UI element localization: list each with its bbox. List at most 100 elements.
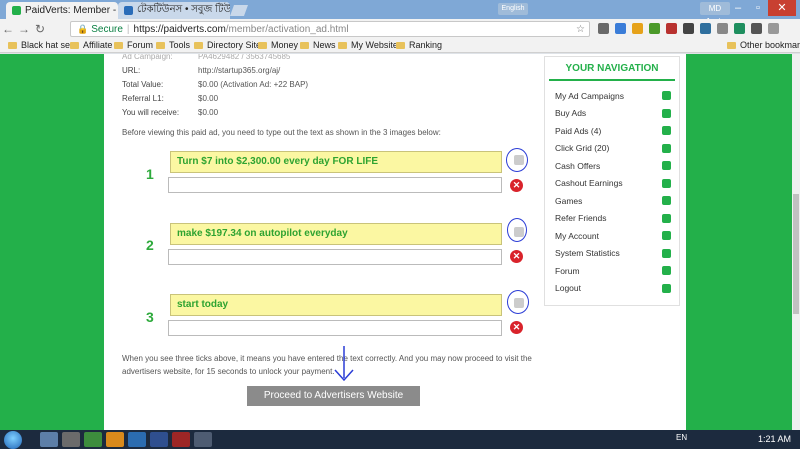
sidebar-item-my-account[interactable]: My Account — [545, 227, 679, 245]
app-icon[interactable] — [128, 432, 146, 447]
sidebar-item-buy-ads[interactable]: Buy Ads — [545, 105, 679, 123]
url-host: https://paidverts.com — [133, 23, 226, 35]
extension-icon[interactable] — [751, 23, 762, 34]
extension-icon[interactable] — [666, 23, 677, 34]
app-icon[interactable] — [194, 432, 212, 447]
scrollbar-thumb[interactable] — [793, 194, 799, 314]
menu-icon[interactable] — [768, 23, 779, 34]
share-icon — [662, 91, 671, 101]
tab-paidverts[interactable]: PaidVerts: Member - Pai × — [6, 2, 118, 19]
sidebar-item-click-grid[interactable]: Click Grid (20) — [545, 140, 679, 158]
profile-chip[interactable]: MD Jonis — [700, 2, 730, 26]
sidebar-item-paid-ads[interactable]: Paid Ads (4) — [545, 122, 679, 140]
hand-drawn-circle — [507, 290, 529, 314]
tab-techtunes[interactable]: টেকটিউনস • সবুজ টিউন টি × — [118, 2, 230, 19]
forward-icon[interactable]: → — [16, 22, 32, 36]
bookmark-money[interactable]: Money — [258, 40, 298, 50]
bookmark-affiliate[interactable]: Affiliate — [70, 40, 112, 50]
app-icon[interactable] — [172, 432, 190, 447]
info-row: Total Value: $0.00 (Activation Ad: +22 BA… — [122, 80, 309, 89]
reload-icon[interactable]: ↻ — [32, 22, 48, 36]
captcha-image: make $197.34 on autopilot everyday — [170, 223, 502, 245]
captcha-answer-input[interactable] — [168, 320, 502, 336]
main-content: Ad Campaign: PA4629482 / 3563745685 URL: h… — [104, 54, 686, 430]
instructions-text: Before viewing this paid ad, you need to… — [122, 128, 441, 137]
start-button-icon[interactable] — [4, 431, 22, 449]
bookmark-directory-site[interactable]: Directory Site — [194, 40, 261, 50]
clock[interactable]: 1:21 AM — [758, 434, 791, 444]
sidebar-item-games[interactable]: Games — [545, 192, 679, 210]
folder-icon — [300, 41, 309, 49]
error-x-icon: ✕ — [510, 250, 523, 263]
paidverts-favicon-icon — [12, 6, 21, 15]
bookmark-star-icon[interactable]: ☆ — [576, 24, 585, 35]
window-close-icon[interactable]: ✕ — [768, 0, 796, 16]
extension-icon[interactable] — [632, 23, 643, 34]
illustrator-icon[interactable] — [106, 432, 124, 447]
chrome-icon[interactable] — [84, 432, 102, 447]
info-row: URL: http://startup365.org/aj/ — [122, 66, 281, 75]
url-path: /member/activation_ad.html — [225, 23, 349, 35]
dice-icon — [662, 196, 671, 206]
info-row: Referral L1: $0.00 — [122, 94, 219, 103]
extension-icon[interactable] — [700, 23, 711, 34]
captcha-answer-input[interactable] — [168, 249, 502, 265]
cart-icon — [662, 108, 671, 118]
dollar-icon — [662, 178, 671, 188]
bookmark-my-website[interactable]: My Website — [338, 40, 398, 50]
back-icon[interactable]: ← — [0, 22, 16, 36]
folder-icon — [396, 41, 405, 49]
captcha-image: start today — [170, 294, 502, 316]
media-icon[interactable] — [62, 432, 80, 447]
sidebar-title: YOUR NAVIGATION — [549, 57, 675, 81]
sidebar-item-cash-offers[interactable]: Cash Offers — [545, 157, 679, 175]
user-icon — [662, 231, 671, 241]
page-background: Ad Campaign: PA4629482 / 3563745685 URL: h… — [0, 54, 792, 430]
app-icon[interactable] — [150, 432, 168, 447]
bookmark-forum[interactable]: Forum — [114, 40, 153, 50]
calculator-icon — [662, 266, 671, 276]
maximize-icon[interactable]: ▫ — [748, 0, 768, 16]
sidebar-item-my-ad-campaigns[interactable]: My Ad Campaigns — [545, 87, 679, 105]
extension-icon[interactable] — [683, 23, 694, 34]
captcha-image: Turn $7 into $2,300.00 every day FOR LIF… — [170, 151, 502, 173]
minimize-icon[interactable]: – — [728, 0, 748, 16]
people-icon — [662, 248, 671, 258]
sidebar-item-refer-friends[interactable]: Refer Friends — [545, 210, 679, 228]
bookmark-news[interactable]: News — [300, 40, 336, 50]
page-scrollbar[interactable] — [792, 54, 800, 430]
ad-info: Ad Campaign: PA4629482 / 3563745685 URL: h… — [122, 54, 308, 122]
bookmark-black-hat-seo[interactable]: Black hat seo — [8, 40, 75, 50]
captcha-answer-input[interactable] — [168, 177, 502, 193]
extension-icon[interactable] — [717, 23, 728, 34]
extension-icon[interactable] — [598, 23, 609, 34]
sidebar-item-forum[interactable]: Forum — [545, 262, 679, 280]
bookmark-other[interactable]: Other bookmarks — [727, 40, 800, 50]
grid-icon — [662, 143, 671, 153]
tab-label: টেকটিউনস • সবুজ টিউন টি — [137, 4, 230, 15]
language-indicator[interactable]: EN — [676, 433, 687, 442]
explorer-icon[interactable] — [40, 432, 58, 447]
sidebar-item-system-statistics[interactable]: System Statistics — [545, 245, 679, 263]
captcha-number: 3 — [146, 309, 154, 325]
language-chip[interactable]: English — [498, 3, 528, 15]
bookmark-ranking[interactable]: Ranking — [396, 40, 442, 50]
error-x-icon: ✕ — [510, 179, 523, 192]
error-x-icon: ✕ — [510, 321, 523, 334]
windows-taskbar: EN 1:21 AM — [0, 430, 800, 449]
new-tab-button[interactable] — [229, 5, 249, 16]
extension-icon[interactable] — [734, 23, 745, 34]
network-icon — [662, 213, 671, 223]
proceed-button[interactable]: Proceed to Advertisers Website — [247, 386, 420, 406]
bookmark-tools[interactable]: Tools — [156, 40, 190, 50]
window-controls: – ▫ ✕ — [728, 0, 796, 16]
sidebar-navigation: YOUR NAVIGATION My Ad Campaigns Buy Ads … — [544, 56, 680, 306]
info-row: You will receive: $0.00 — [122, 108, 219, 117]
folder-icon — [8, 41, 17, 49]
extension-icon[interactable] — [615, 23, 626, 34]
extension-icon[interactable] — [649, 23, 660, 34]
sidebar-item-cashout-earnings[interactable]: Cashout Earnings — [545, 175, 679, 193]
sidebar-item-logout[interactable]: Logout — [545, 280, 679, 298]
lock-icon: 🔒 — [77, 23, 89, 34]
address-bar[interactable]: 🔒 Secure | https://paidverts.com /member… — [70, 21, 590, 37]
